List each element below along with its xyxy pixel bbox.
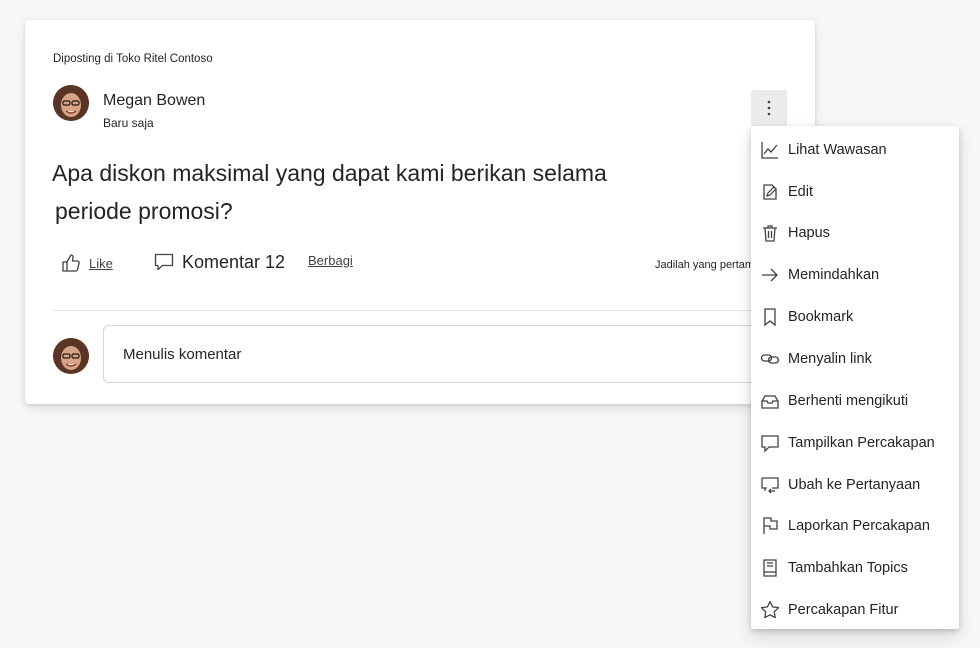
comment-icon: [154, 253, 174, 271]
question-line-2: periode promosi?: [55, 198, 233, 224]
like-label: Like: [89, 255, 113, 271]
menu-item-view-insights[interactable]: Lihat Wawasan: [751, 132, 959, 168]
bookmark-icon: [764, 308, 776, 327]
unfollow-inbox-icon: [761, 395, 779, 409]
menu-item-show-conversation[interactable]: Tampilkan Percakapan: [751, 425, 959, 461]
menu-item-delete[interactable]: Hapus: [751, 215, 959, 251]
question-line-1: Apa diskon maksimal yang dapat kami beri…: [52, 160, 607, 186]
more-options-menu: Lihat Wawasan Edit Hapus Memindahkan Boo…: [751, 126, 959, 629]
menu-item-unfollow[interactable]: Berhenti mengikuti: [751, 383, 959, 419]
menu-item-label: Tampilkan Percakapan: [788, 435, 935, 451]
move-arrow-icon: [762, 268, 778, 282]
share-button[interactable]: Berbagi: [308, 253, 353, 268]
more-options-button[interactable]: [751, 90, 787, 126]
conversation-icon: [761, 435, 779, 453]
menu-item-label: Bookmark: [788, 309, 854, 325]
comment-placeholder: Menulis komentar: [123, 345, 242, 363]
menu-item-change-to-question[interactable]: Ubah ke Pertanyaan: [751, 467, 959, 503]
post-time: Baru saja: [103, 116, 154, 130]
menu-item-add-topics[interactable]: Tambahkan Topics: [751, 550, 959, 586]
more-vertical-icon: [767, 100, 771, 116]
edit-icon: [763, 184, 777, 200]
thumbs-up-icon: [62, 254, 80, 272]
divider: [53, 310, 787, 311]
menu-item-label: Laporkan Percakapan: [788, 518, 930, 534]
menu-item-label: Menyalin link: [788, 351, 872, 367]
menu-item-label: Memindahkan: [788, 267, 880, 283]
menu-item-label: Hapus: [788, 225, 830, 241]
menu-item-label: Tambahkan Topics: [788, 560, 908, 576]
author-avatar[interactable]: [53, 85, 89, 121]
posted-in-label: Diposting di Toko Ritel Contoso: [53, 53, 213, 65]
menu-item-label: Berhenti mengikuti: [788, 393, 909, 409]
menu-item-copy-link[interactable]: Menyalin link: [751, 341, 959, 377]
like-button[interactable]: Like: [60, 252, 113, 274]
comment-input[interactable]: Menulis komentar: [103, 325, 803, 383]
menu-item-label: Percakapan Fitur: [788, 602, 899, 618]
flag-icon: [763, 517, 778, 534]
menu-item-label: Edit: [788, 184, 813, 200]
author-name[interactable]: Megan Bowen: [103, 92, 205, 110]
menu-item-bookmark[interactable]: Bookmark: [751, 299, 959, 335]
conversation-card: Diposting di Toko Ritel Contoso Megan Bo…: [25, 20, 815, 404]
menu-item-label: Ubah ke Pertanyaan: [788, 477, 921, 493]
current-user-avatar: [53, 338, 89, 374]
star-icon: [760, 600, 780, 619]
menu-item-report[interactable]: Laporkan Percakapan: [751, 508, 959, 544]
topics-book-icon: [763, 559, 777, 577]
menu-item-move[interactable]: Memindahkan: [751, 257, 959, 293]
menu-item-label: Lihat Wawasan: [788, 142, 887, 158]
share-label: Berbagi: [308, 253, 353, 268]
comment-label: Komentar 12: [182, 251, 286, 272]
menu-item-feature-conversation[interactable]: Percakapan Fitur: [751, 592, 959, 628]
menu-item-edit[interactable]: Edit: [751, 174, 959, 210]
question-text: Apa diskon maksimal yang dapat kami beri…: [52, 154, 692, 230]
link-icon: [760, 354, 780, 364]
insights-chart-icon: [761, 142, 778, 159]
trash-icon: [763, 225, 777, 242]
comment-button[interactable]: Komentar 12: [153, 251, 285, 273]
change-to-question-icon: [761, 477, 779, 494]
